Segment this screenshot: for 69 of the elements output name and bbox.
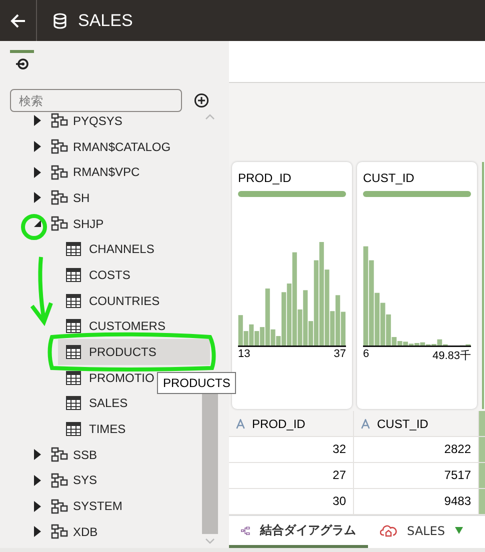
text-type-icon [236,418,245,428]
range-min: 6 [363,348,370,362]
table-icon [66,242,81,256]
column-header[interactable]: PROD_ID [229,411,354,436]
back-arrow-icon [10,14,26,28]
column-card[interactable]: PROD_ID 13 37 [232,162,352,409]
table-icon [66,294,81,308]
range-max: 49.83千 [432,349,471,363]
table-icon [66,396,81,410]
tree-item[interactable]: SYS [0,468,200,494]
tree-item[interactable]: CHANNELS [0,236,200,262]
tree-item[interactable]: SSB [0,442,200,468]
schema-icon [51,164,68,180]
text-type-icon [361,418,370,428]
table-cell: 32 [229,437,354,462]
expanded-icon[interactable] [33,219,42,228]
expand-icon[interactable] [33,500,42,512]
cloud-icon [380,524,397,537]
tree-item[interactable]: TIMES [0,416,200,442]
expand-icon[interactable] [33,166,42,178]
table-icon [66,345,81,360]
tree-item[interactable]: SH [0,185,200,211]
schema-icon [51,139,68,154]
tree-item[interactable]: CUSTOMERS [0,314,200,340]
schema-icon [51,447,68,462]
expand-icon[interactable] [33,115,42,126]
table-icon [66,268,81,282]
add-icon[interactable] [194,93,209,108]
database-icon [53,12,67,28]
dropdown-icon[interactable] [454,527,463,534]
tree-item[interactable]: PRODUCTS [58,339,210,365]
tree-item[interactable]: COSTS [0,262,200,288]
tree-item[interactable]: RMAN$VPC [0,159,200,186]
table-icon [66,370,81,385]
annotation-arrow [30,255,53,324]
tooltip: PRODUCTS [157,372,236,394]
expand-icon[interactable] [33,449,42,460]
expand-icon[interactable] [33,192,42,204]
tree-item[interactable]: COUNTRIES [0,288,200,314]
table-icon [66,319,81,334]
tree-item[interactable]: SYSTEM [0,493,200,519]
column-name: CUST_ID [377,416,428,430]
column-title: CUST_ID [363,171,416,185]
tab[interactable]: 結合ダイアグラム [229,516,368,548]
expand-icon[interactable] [33,474,42,486]
connection-icon [15,58,29,70]
expand-icon[interactable] [33,141,42,152]
tree-item[interactable]: SHJP [0,210,200,236]
schema-icon [51,113,68,128]
schema-icon [51,524,68,540]
search-field[interactable]: 検索 [10,89,182,112]
schema-icon [51,472,68,488]
column-name: PROD_ID [252,416,306,430]
column-title: PROD_ID [238,171,292,185]
page-title: SALES [78,10,133,30]
schema-icon [51,498,68,514]
tree-item[interactable]: XDB [0,519,200,545]
tab[interactable]: SALES [368,516,475,548]
annotation-circle [21,214,47,240]
column-card[interactable]: CUST_ID 6 49.83千 [357,162,477,409]
range-max: 37 [334,348,346,360]
range-min: 13 [238,348,250,360]
expand-icon[interactable] [33,526,42,538]
tree-item[interactable]: RMAN$CATALOG [0,134,200,160]
table-icon [66,422,81,436]
table-cell: 30 [229,489,354,514]
schema-icon [51,190,68,206]
table-cell: 27 [229,463,354,488]
schema-icon [51,216,68,232]
